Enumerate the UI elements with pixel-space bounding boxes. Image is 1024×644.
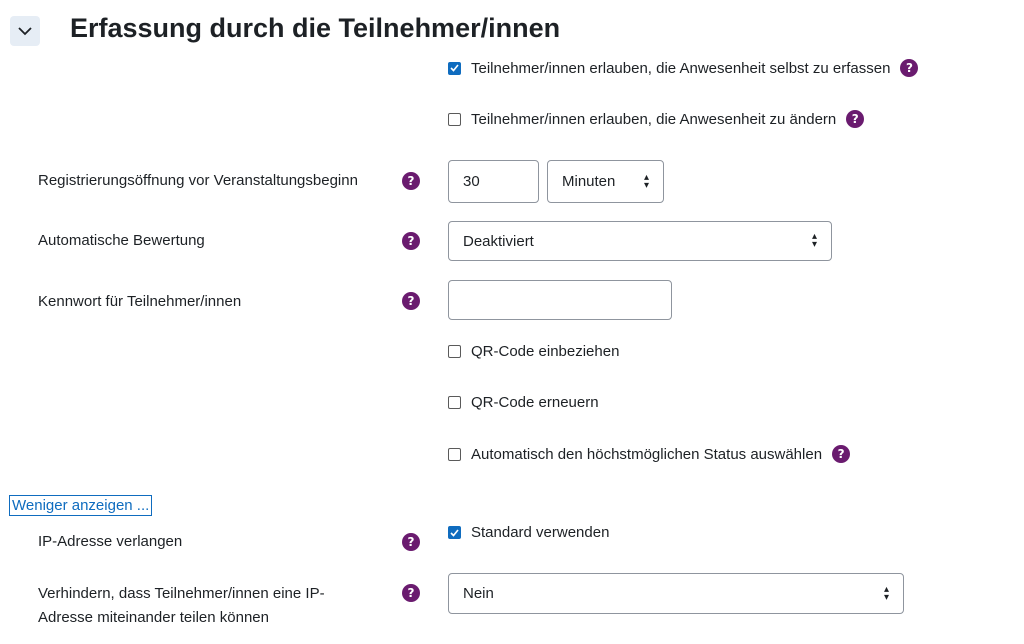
help-icon[interactable]: ? bbox=[402, 533, 420, 551]
registration-label: Registrierungsöffnung vor Veranstaltungs… bbox=[38, 172, 358, 189]
chevron-down-icon bbox=[18, 26, 32, 35]
select-caret-icon: ▴ ▾ bbox=[643, 171, 649, 191]
prevent-shared-ip-select[interactable]: Nein ▴ ▾ bbox=[448, 573, 904, 614]
help-icon[interactable]: ? bbox=[832, 445, 851, 463]
self-record-label: Teilnehmer/innen erlauben, die Anwesenhe… bbox=[471, 59, 891, 77]
qr-renew-checkbox[interactable] bbox=[448, 396, 461, 409]
qr-renew-row: QR-Code erneuern bbox=[448, 394, 599, 411]
prevent-shared-ip-value: Nein bbox=[463, 585, 494, 602]
collapse-section-button[interactable] bbox=[10, 16, 40, 46]
ip-required-label: IP-Adresse verlangen bbox=[38, 533, 183, 550]
select-caret-icon: ▴ ▾ bbox=[883, 583, 889, 603]
prevent-shared-ip-label-line2: Adresse miteinander teilen können bbox=[38, 609, 269, 626]
select-caret-icon: ▴ ▾ bbox=[811, 231, 817, 250]
autograde-select[interactable]: Deaktiviert ▴ ▾ bbox=[448, 221, 832, 261]
help-icon[interactable]: ? bbox=[402, 584, 420, 602]
help-icon[interactable]: ? bbox=[900, 59, 919, 77]
registration-unit-select[interactable]: Minuten ▴ ▾ bbox=[547, 160, 664, 203]
checkmark-icon bbox=[450, 528, 459, 537]
self-record-row: Teilnehmer/innen erlauben, die Anwesenhe… bbox=[448, 59, 919, 77]
password-input[interactable] bbox=[448, 280, 672, 320]
show-less-link[interactable]: Weniger anzeigen ... bbox=[9, 495, 153, 516]
help-icon[interactable]: ? bbox=[846, 110, 865, 128]
help-icon[interactable]: ? bbox=[402, 292, 420, 310]
checkmark-icon bbox=[450, 64, 459, 72]
autograde-label: Automatische Bewertung bbox=[38, 232, 205, 249]
allow-change-row: Teilnehmer/innen erlauben, die Anwesenhe… bbox=[448, 110, 865, 128]
registration-minutes-input[interactable]: 30 bbox=[448, 160, 539, 203]
ip-default-checkbox[interactable] bbox=[448, 526, 461, 539]
auto-status-label: Automatisch den höchstmöglichen Status a… bbox=[471, 445, 823, 463]
autograde-value: Deaktiviert bbox=[463, 232, 534, 250]
qr-include-row: QR-Code einbeziehen bbox=[448, 343, 619, 360]
section-title: Erfassung durch die Teilnehmer/innen bbox=[70, 13, 561, 43]
password-label: Kennwort für Teilnehmer/innen bbox=[38, 293, 242, 310]
help-icon[interactable]: ? bbox=[402, 232, 420, 250]
allow-change-checkbox[interactable] bbox=[448, 112, 461, 126]
ip-default-label: Standard verwenden bbox=[471, 524, 610, 541]
auto-status-row: Automatisch den höchstmöglichen Status a… bbox=[448, 445, 851, 463]
ip-default-row: Standard verwenden bbox=[448, 524, 609, 541]
self-record-checkbox[interactable] bbox=[448, 61, 461, 75]
allow-change-label: Teilnehmer/innen erlauben, die Anwesenhe… bbox=[471, 110, 837, 128]
registration-unit-value: Minuten bbox=[562, 173, 616, 190]
prevent-shared-ip-label-line1: Verhindern, dass Teilnehmer/innen eine I… bbox=[38, 585, 325, 602]
help-icon[interactable]: ? bbox=[402, 172, 420, 190]
auto-status-checkbox[interactable] bbox=[448, 447, 461, 461]
qr-include-checkbox[interactable] bbox=[448, 345, 461, 358]
qr-renew-label: QR-Code erneuern bbox=[471, 394, 599, 411]
qr-include-label: QR-Code einbeziehen bbox=[471, 343, 620, 360]
